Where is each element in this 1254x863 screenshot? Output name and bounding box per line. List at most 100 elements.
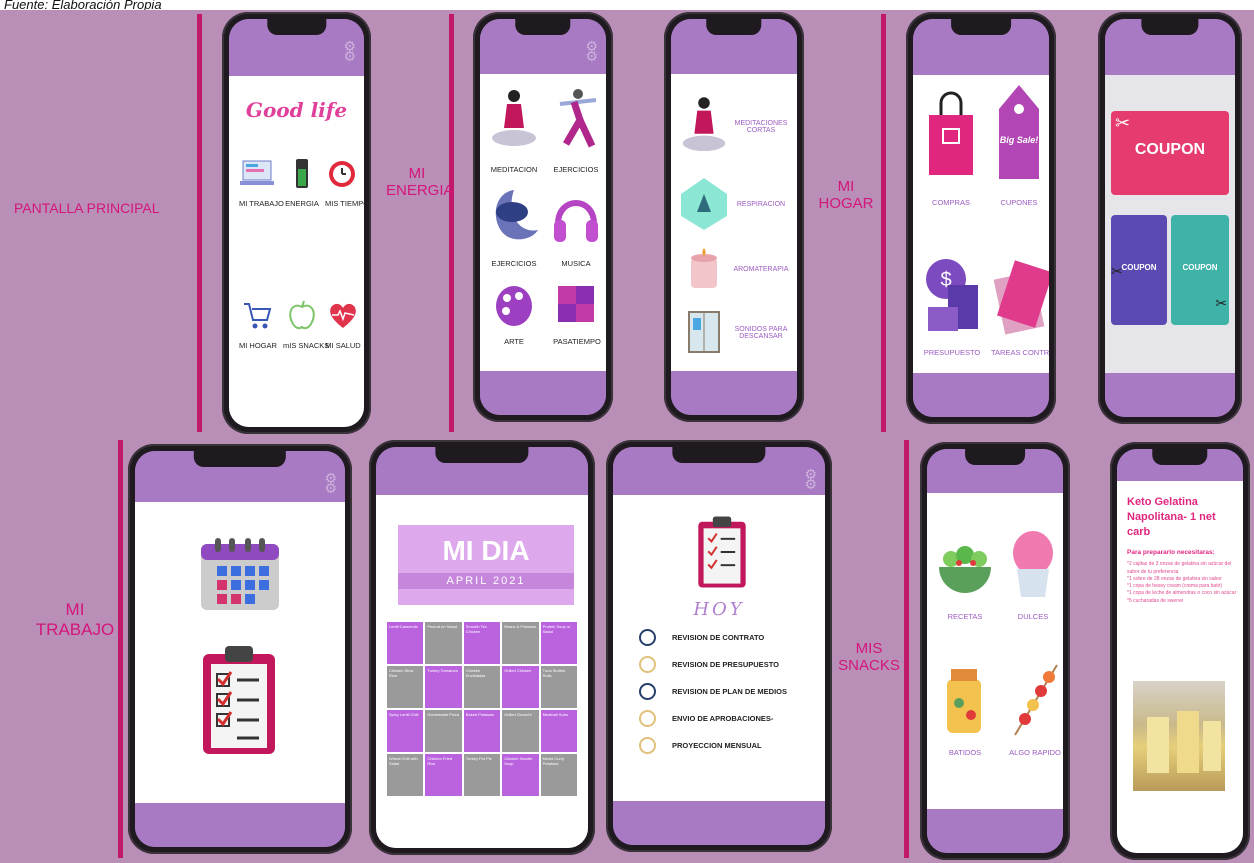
page-title: MI DIA: [442, 535, 530, 567]
coupon-right[interactable]: ✂ COUPON: [1171, 214, 1229, 325]
cupcake-icon: [1013, 531, 1053, 598]
task-item[interactable]: ENVIO DE APROBACIONES-: [639, 709, 787, 727]
task-item[interactable]: REVISION DE CONTRATO: [639, 628, 787, 646]
list-item[interactable]: SONIDOS PARA DESCANSAR: [679, 308, 797, 358]
heart-icon: [330, 303, 356, 329]
clipboard-icon: [698, 516, 746, 588]
phone-coupons: ✂ COUPON ✂ COUPON ✂ COUPON: [1098, 12, 1242, 424]
tile-mi-trabajo[interactable]: MI TRABAJO: [239, 156, 284, 208]
tile-energia[interactable]: ENERGIA: [285, 156, 319, 208]
checkbox-ring[interactable]: [639, 655, 656, 673]
clipboard-icon: [203, 646, 275, 755]
coupon-left[interactable]: ✂ COUPON: [1111, 214, 1167, 325]
headphones-icon: [554, 200, 598, 243]
calendar-cell[interactable]: Beans & Potatoes: [501, 621, 540, 666]
calendar-cell[interactable]: Peanut on Salad: [424, 621, 463, 666]
tile-pasatiempo[interactable]: PASATIEMPO: [552, 280, 602, 346]
tile-mis-tiempos[interactable]: MIS TIEMPOS: [325, 156, 364, 208]
ingredient-line: *1 copa de heavy cream (crema para batir…: [1127, 583, 1223, 590]
battery-icon: [296, 159, 308, 189]
sale-tag-text: Big Sale!: [999, 134, 1039, 145]
coupon-big[interactable]: ✂ COUPON: [1111, 110, 1229, 195]
label-mi-energia: MI ENERGIA: [386, 165, 454, 200]
month-label: APRIL 2021: [398, 573, 574, 590]
calendar-cell[interactable]: Tuna Stuffed Rolls: [539, 665, 578, 710]
phone-hogar: COMPRAS Big Sale! CUPONES $ PRESUPUESTO …: [906, 12, 1056, 424]
phone-meditaciones: MEDITACIONES CORTAS RESPIRACION AROMATER…: [664, 12, 804, 422]
candle-icon: [691, 248, 717, 289]
list-item[interactable]: RESPIRACION: [679, 176, 797, 232]
ingredient-line: *1 copa de leche de almendras o coco sin…: [1127, 590, 1237, 597]
label-pantalla-principal: PANTALLA PRINCIPAL: [14, 200, 160, 216]
gear-icon: ⚙ ⚙: [324, 470, 337, 496]
tile-arte[interactable]: ARTE: [492, 284, 536, 346]
top-board: [0, 10, 1254, 435]
tile-presupuesto[interactable]: $ PRESUPUESTO: [921, 255, 983, 357]
tile-algo-rapido[interactable]: ALGO RAPIDO: [1003, 659, 1063, 757]
tile-compras[interactable]: COMPRAS: [923, 89, 979, 207]
calendar-cell[interactable]: Wheat Chili with Salad: [386, 753, 425, 798]
meditation-icon: [682, 97, 726, 152]
meal-calendar: Lentil Casserole Peanut on Salad Smooth Te…: [386, 621, 578, 798]
calendar-cell[interactable]: Turkey Pot Pie: [462, 753, 502, 798]
calendar-cell[interactable]: Grilled Gnocchi: [501, 709, 540, 754]
task-item[interactable]: REVISION DE PRESUPUESTO: [639, 655, 787, 673]
calendar-cell[interactable]: Lentil Casserole: [386, 621, 425, 666]
task-item[interactable]: PROYECCION MENSUAL: [639, 736, 787, 754]
calendar-cell[interactable]: Turkey Tomatoes: [424, 665, 463, 710]
phone-mi-dia: MI DIA APRIL 2021 Lentil Casserole Peanut…: [369, 440, 595, 855]
tile-mi-salud[interactable]: MI SALUD: [325, 298, 361, 350]
task-item[interactable]: REVISION DE PLAN DE MEDIOS: [639, 682, 787, 700]
tile-batidos[interactable]: BATIDOS: [935, 659, 995, 757]
tile-meditacion[interactable]: MEDITACION: [488, 86, 540, 174]
tile-mi-hogar[interactable]: MI HOGAR: [239, 298, 277, 350]
calendar-cell[interactable]: Grilled Chicken: [501, 665, 540, 710]
scissors-icon: ✂: [1215, 294, 1227, 311]
calendar-cell[interactable]: Chicken Noodle Soup: [501, 753, 540, 798]
ingredient-line: *2 cajitas de 3 onzas de gelatina sin az…: [1127, 561, 1232, 575]
recipe-photo: [1133, 681, 1225, 792]
calendar-cell[interactable]: Homemade Pizza: [424, 709, 463, 754]
tile-cupones[interactable]: Big Sale! CUPONES: [991, 79, 1047, 207]
yoga-icon: [559, 89, 597, 148]
calendar-cell[interactable]: Chicken Enchiladas: [462, 665, 502, 710]
scissors-icon: ✂: [1111, 262, 1123, 279]
laptop-icon: [240, 160, 274, 186]
recipe-title: Keto Gelatina Napolitana- 1 net carb: [1127, 496, 1216, 538]
tile-musica[interactable]: MUSICA: [550, 186, 602, 268]
calendar-cell[interactable]: Chicken Fried Rice: [424, 753, 463, 798]
notch: [266, 19, 327, 35]
calendar-cell[interactable]: Baked Potatoes: [462, 709, 502, 754]
checkbox-ring[interactable]: [639, 736, 656, 754]
calendar-icon: [201, 538, 279, 611]
tile-dulces[interactable]: DULCES: [1007, 525, 1059, 621]
calendar-cell[interactable]: Chicken Stew Rice: [386, 665, 425, 710]
tile-recetas[interactable]: RECETAS: [935, 533, 995, 621]
calendar-cell[interactable]: Smooth Tex Chicken: [462, 621, 502, 666]
notebook-icon: [993, 259, 1049, 335]
smoothie-icon: [947, 669, 981, 734]
phone-hoy: ⚙ ⚙ HOY REVISION DE CONTRATO REVISION DE …: [606, 440, 832, 852]
tile-tareas-control[interactable]: TAREAS CONTROL: [991, 251, 1049, 357]
gear-icon: ⚙ ⚙: [343, 38, 356, 64]
gear-icon: ⚙ ⚙: [585, 38, 598, 64]
hoy-title: HOY: [693, 598, 745, 620]
calendar-cell[interactable]: Protein Soup or Salad: [539, 621, 578, 666]
calendar-cell[interactable]: Meatball Subs: [539, 709, 578, 754]
tile-mis-snacks[interactable]: mIS SNACKS: [283, 298, 329, 350]
checkbox-ring[interactable]: [639, 628, 656, 646]
list-item[interactable]: MEDITACIONES CORTAS: [679, 92, 797, 162]
tile-ejercicios[interactable]: EJERCICIOS: [550, 86, 602, 174]
mi-dia-header: MI DIA APRIL 2021: [398, 525, 574, 606]
checkbox-ring[interactable]: [639, 682, 656, 700]
divider-hogar: [881, 14, 886, 432]
recipe-subtitle: Para prepararlo necesitaras:: [1127, 549, 1215, 557]
tile-sleep[interactable]: EJERCICIOS: [488, 186, 540, 268]
calendar-cell[interactable]: Spicy Lentil Chili: [386, 709, 425, 754]
checkbox-ring[interactable]: [639, 709, 656, 727]
label-mis-snacks: MIS SNACKS: [838, 640, 900, 675]
breath-icon: [681, 178, 727, 231]
list-item[interactable]: AROMATERAPIA: [679, 244, 797, 294]
calendar-cell[interactable]: Mixed Curry Potatoes: [539, 753, 578, 798]
label-mi-trabajo: MI TRABAJO: [35, 600, 115, 639]
